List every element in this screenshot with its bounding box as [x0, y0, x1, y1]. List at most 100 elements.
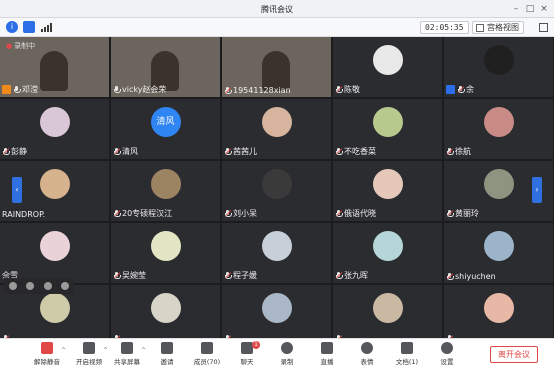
mic-muted-icon: [335, 209, 343, 218]
participant-name: 19541128xian: [233, 86, 291, 95]
participant-tile[interactable]: 录制中邓滢: [0, 37, 109, 97]
info-icon[interactable]: i: [6, 21, 18, 33]
avatar: [39, 169, 70, 199]
participant-tile[interactable]: 余: [444, 37, 553, 97]
avatar: [261, 169, 292, 199]
video-button[interactable]: 开启视频 ^: [72, 341, 108, 368]
mic-muted-icon: [224, 147, 232, 156]
participant-name: 彭静: [11, 147, 27, 156]
grid-layout-icon[interactable]: [8, 282, 17, 290]
participant-name: 徐航: [455, 147, 471, 156]
more-icon[interactable]: [43, 282, 52, 290]
members-button[interactable]: 成员(70): [190, 341, 224, 368]
participant-tile[interactable]: 彭静: [0, 99, 109, 159]
invite-button[interactable]: 邀请: [150, 341, 184, 368]
reaction-button[interactable]: 表情: [350, 341, 384, 368]
mic-muted-icon: [335, 85, 343, 94]
avatar: [372, 45, 403, 75]
docs-button[interactable]: 文档(1): [390, 341, 424, 368]
avatar: [483, 293, 514, 323]
participant-tile[interactable]: vicky赵会荣: [111, 37, 220, 97]
avatar: [261, 107, 292, 137]
participant-tile[interactable]: 19541128xian: [222, 37, 331, 97]
participant-tile[interactable]: [111, 285, 220, 345]
participant-name: 黄丽玲: [455, 209, 479, 218]
chevron-up-icon[interactable]: ^: [141, 347, 146, 354]
bottom-toolbar: 解除静音 ^ 开启视频 ^ 共享屏幕 ^ 邀请 成员(70) 聊天 1 录制 直播 表情…: [0, 338, 554, 369]
participant-tile[interactable]: [222, 285, 331, 345]
record-icon: [281, 342, 293, 354]
participant-name: 张九晖: [344, 271, 368, 280]
participant-tile[interactable]: 俄语代晓: [333, 161, 442, 221]
mic-muted-icon: [113, 209, 121, 218]
signal-icon[interactable]: [40, 21, 52, 33]
prev-page-button[interactable]: ‹: [12, 177, 22, 203]
participant-tile[interactable]: [444, 285, 553, 345]
participant-tile[interactable]: 佘雪: [0, 223, 109, 283]
minimize-icon[interactable]: –: [510, 3, 522, 15]
fullscreen-icon[interactable]: [539, 23, 548, 32]
participant-tile[interactable]: 徐航: [444, 99, 553, 159]
avatar: [261, 231, 292, 261]
participant-tile[interactable]: [333, 285, 442, 345]
participant-tile[interactable]: 清风 清风: [111, 99, 220, 159]
participant-tile[interactable]: shiyuchen: [444, 223, 553, 283]
participant-name-row: 吴婉莹: [113, 270, 146, 281]
avatar: [39, 231, 70, 261]
leave-meeting-button[interactable]: 离开会议: [490, 346, 538, 363]
chevron-up-icon[interactable]: ^: [103, 347, 108, 354]
participant-name: 俄语代晓: [344, 209, 376, 218]
members-label: 成员(70): [193, 358, 221, 366]
participant-name-row: 不吃香菜: [335, 146, 376, 157]
participant-tile[interactable]: 刘小呆: [222, 161, 331, 221]
mic-icon: [13, 85, 21, 94]
avatar: [372, 231, 403, 261]
grid-view-icon: [476, 24, 484, 32]
emoji-icon[interactable]: [26, 282, 35, 290]
invite-icon: [161, 342, 173, 354]
participant-name-row: 陈敬: [335, 84, 360, 95]
participant-grid: 录制中邓滢vicky赵会荣 19541128xian 陈敬 余彭静 清风清风茜茜儿 不吃香…: [0, 37, 554, 345]
live-button[interactable]: 直播: [310, 341, 344, 368]
live-label: 直播: [320, 358, 334, 366]
participant-tile[interactable]: [0, 285, 109, 345]
maximize-icon[interactable]: □: [524, 3, 536, 15]
share-icon: [121, 342, 133, 354]
participant-name-row: RAINDROP.: [2, 210, 45, 219]
avatar: [39, 107, 70, 137]
participant-tile[interactable]: 20专硕程汉江: [111, 161, 220, 221]
participant-tile[interactable]: 陈敬: [333, 37, 442, 97]
host-badge-icon: [446, 85, 455, 94]
mic-muted-icon: [113, 147, 121, 156]
collapse-icon[interactable]: [61, 282, 70, 290]
participant-tile[interactable]: 张九晖: [333, 223, 442, 283]
title-bar: 腾讯会议 – □ ×: [0, 0, 554, 18]
next-page-button[interactable]: ›: [532, 177, 542, 203]
settings-button[interactable]: 设置: [430, 341, 464, 368]
view-switch-button[interactable]: 宫格视图: [472, 21, 524, 34]
close-icon[interactable]: ×: [538, 3, 550, 15]
participant-tile[interactable]: 吴婉莹: [111, 223, 220, 283]
unmute-button[interactable]: 解除静音 ^: [30, 341, 66, 368]
participant-name: 程子媛: [233, 271, 257, 280]
avatar: [372, 293, 403, 323]
meeting-info-bar: i 02:05:35 宫格视图: [0, 18, 554, 37]
mic-muted-icon: [335, 271, 343, 280]
docs-label: 文档(1): [395, 358, 419, 366]
participant-name-row: shiyuchen: [446, 272, 496, 281]
smile-icon: [361, 342, 373, 354]
participant-tile[interactable]: 不吃香菜: [333, 99, 442, 159]
shield-icon[interactable]: [23, 21, 35, 33]
chat-button[interactable]: 聊天 1: [230, 341, 264, 368]
invite-label: 邀请: [160, 358, 174, 366]
participant-name-row: 余: [446, 84, 474, 95]
chevron-up-icon[interactable]: ^: [61, 347, 66, 354]
avatar: [150, 293, 181, 323]
participant-tile[interactable]: 程子媛: [222, 223, 331, 283]
participant-tile[interactable]: 茜茜儿: [222, 99, 331, 159]
participant-name-row: 清风: [113, 146, 138, 157]
mic-muted-icon: [224, 209, 232, 218]
participant-name-row: 茜茜儿: [224, 146, 257, 157]
record-button[interactable]: 录制: [270, 341, 304, 368]
share-screen-button[interactable]: 共享屏幕 ^: [110, 341, 146, 368]
